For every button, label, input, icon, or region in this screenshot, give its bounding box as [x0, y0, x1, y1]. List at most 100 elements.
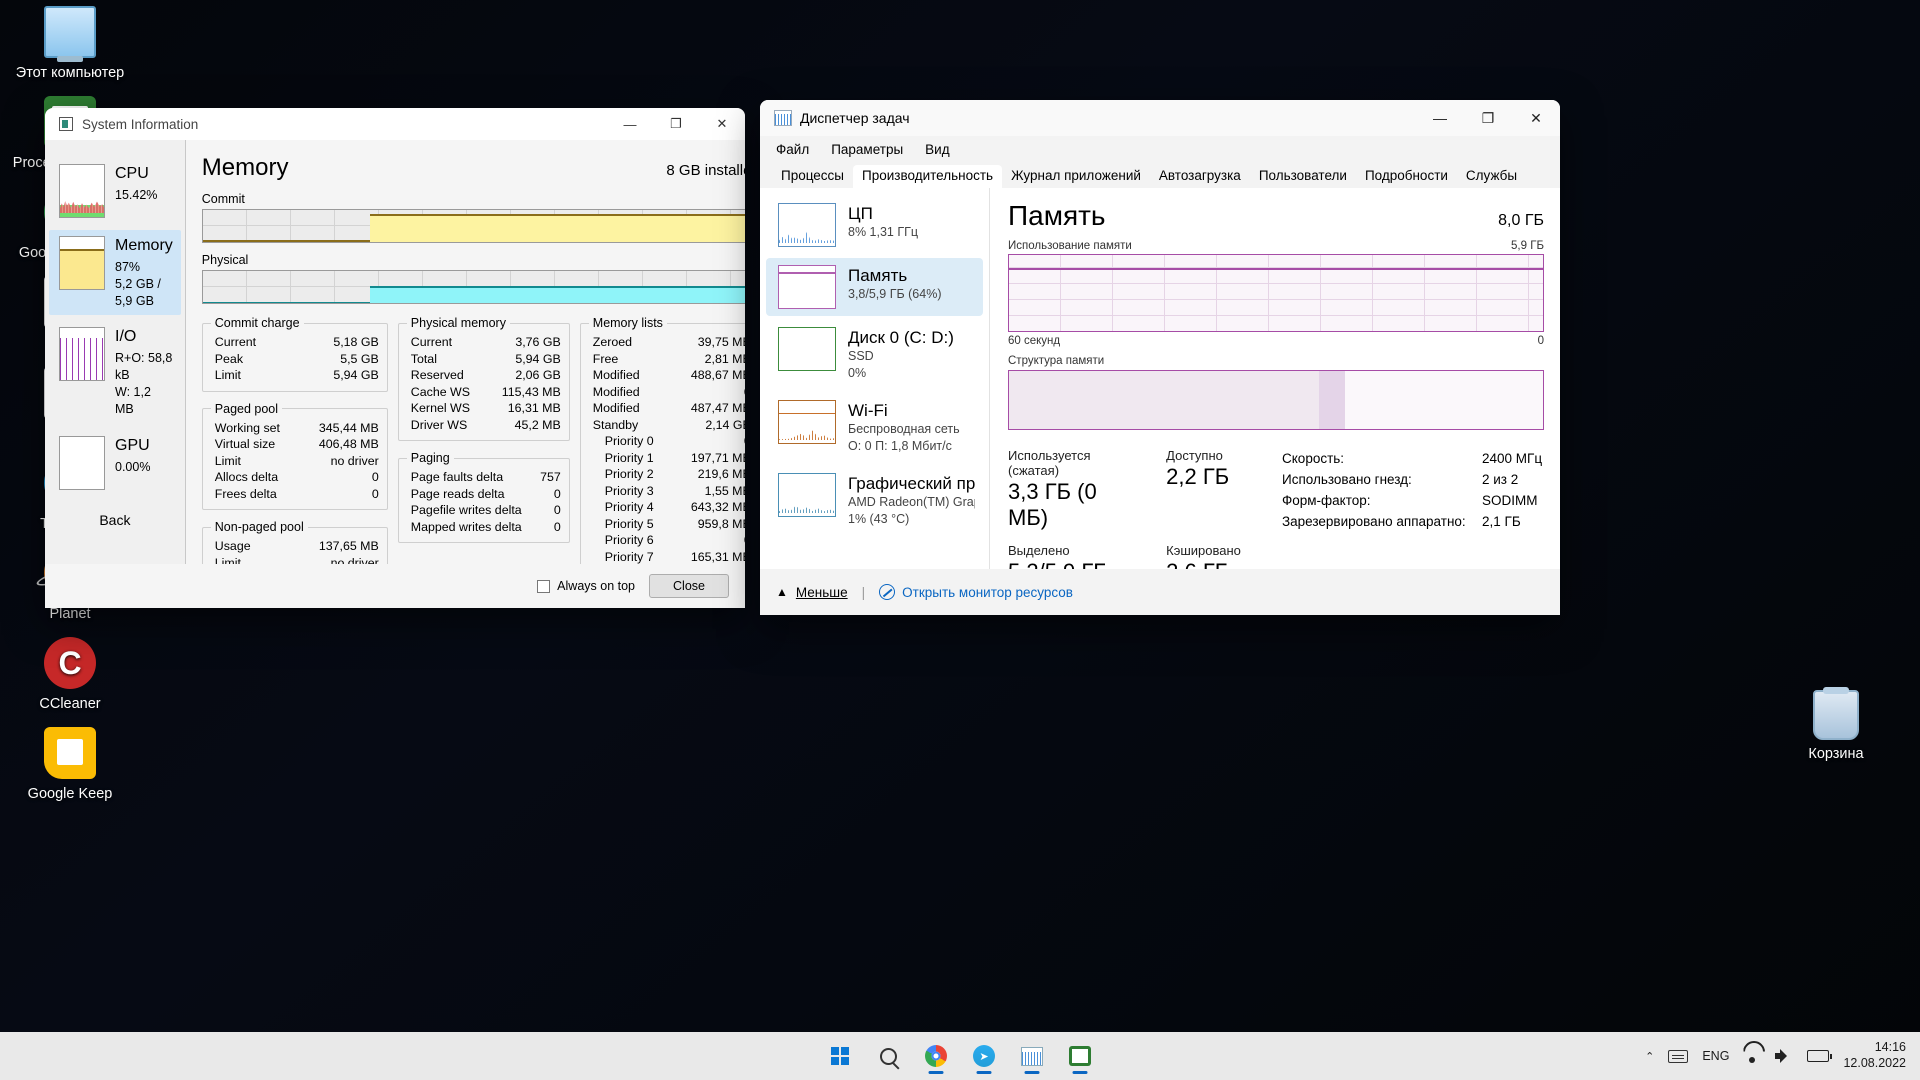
resource-name: Графический процессор 0 [848, 474, 975, 493]
desktop-icon-this-pc[interactable]: Этот компьютер [10, 6, 130, 82]
spec-key: Зарезервировано аппаратно: [1282, 514, 1466, 529]
stat-label: Выделено [1008, 543, 1070, 558]
commit-graph[interactable] [201, 209, 745, 243]
sysinfo-window-controls: — ❐ ✕ [607, 108, 745, 140]
stat-row: Page faults delta 757 [407, 469, 561, 486]
desktop-icon-ccleaner[interactable]: CCleaner [10, 636, 130, 713]
resource-item-disk[interactable]: Диск 0 (C: D:) SSD 0% [766, 320, 983, 389]
stat-row: Modified 487,47 MB [589, 400, 745, 417]
fewer-details-button[interactable]: ▲ Меньше [776, 585, 848, 600]
taskmanager-taskbar-button[interactable] [1012, 1036, 1052, 1076]
stat-key: Driver WS [410, 417, 468, 432]
chrome-taskbar-button[interactable] [916, 1036, 956, 1076]
search-button[interactable] [868, 1036, 908, 1076]
group-legend: Physical memory [410, 316, 506, 330]
system-information-window[interactable]: System Information — ❐ ✕ CPU 15.42% Memo… [45, 108, 745, 608]
sysinfo-item-value: 87% [115, 259, 141, 274]
task-manager-window[interactable]: Диспетчер задач — ❐ ✕ Файл Параметры Вид… [760, 100, 1560, 615]
sysinfo-back-button[interactable]: Back [45, 512, 185, 528]
language-indicator[interactable]: ENG [1702, 1049, 1729, 1063]
stat-value: 3,3 ГБ (0 МБ) [1008, 479, 1097, 530]
desktop-icon-label: Google Keep [27, 786, 113, 802]
close-button[interactable]: ✕ [1512, 100, 1560, 136]
stat-value: 0 [553, 519, 561, 534]
tab-processes[interactable]: Процессы [772, 165, 853, 188]
stat-label: Доступно [1166, 448, 1223, 463]
ccleaner-icon [44, 636, 96, 689]
resource-item-cpu[interactable]: ЦП 8% 1,31 ГГц [766, 196, 983, 254]
detail-header: Память 8,0 ГБ [1008, 200, 1544, 232]
spec-value: 2 из 2 [1482, 472, 1519, 487]
io-graph-thumbnail [59, 327, 105, 382]
google-keep-icon [44, 727, 96, 779]
maximize-button[interactable]: ❐ [653, 108, 699, 140]
desktop-icon-google-keep[interactable]: Google Keep [10, 727, 130, 803]
paged-pool-group: Paged pool Working set 345,44 MB Virtual … [201, 401, 388, 510]
sysinfo-sidebar-item-memory[interactable]: Memory 87% 5,2 GB / 5,9 GB [49, 230, 181, 316]
stat-value: 0 [744, 433, 745, 450]
sysinfo-item-value: 15.42% [115, 187, 158, 202]
memory-usage-chart[interactable] [1008, 254, 1544, 332]
start-button[interactable] [820, 1036, 860, 1076]
wifi-sparkline [778, 400, 836, 444]
tab-users[interactable]: Пользователи [1250, 165, 1356, 188]
spec-key: Использовано гнезд: [1282, 472, 1412, 487]
tab-startup[interactable]: Автозагрузка [1150, 165, 1250, 188]
tab-details[interactable]: Подробности [1356, 165, 1457, 188]
taskmgr-window-controls: — ❐ ✕ [1416, 100, 1560, 136]
sysinfo-sidebar-item-gpu[interactable]: GPU 0.00% [49, 430, 181, 496]
stat-row: Free 2,81 MB [589, 351, 745, 368]
tab-performance[interactable]: Производительность [853, 165, 1003, 188]
battery-icon[interactable] [1807, 1050, 1833, 1062]
stat-row: Priority 3 1,55 MB [589, 483, 745, 500]
maximize-button[interactable]: ❐ [1464, 100, 1512, 136]
composition-free-segment [1345, 371, 1543, 429]
resource-item-memory[interactable]: Память 3,8/5,9 ГБ (64%) [766, 258, 983, 316]
resource-item-wifi[interactable]: Wi-Fi Беспроводная сеть О: 0 П: 1,8 Мбит… [766, 393, 983, 462]
desktop-icon-recycle-bin[interactable]: Корзина [1776, 687, 1896, 762]
menu-item-file[interactable]: Файл [776, 142, 809, 157]
close-dialog-button[interactable]: Close [649, 574, 729, 598]
sysinfo-sidebar: CPU 15.42% Memory 87% 5,2 GB / 5,9 GB I/… [45, 140, 186, 608]
sysinfo-item-value2: 5,2 GB / 5,9 GB [115, 276, 161, 308]
tab-app-history[interactable]: Журнал приложений [1002, 165, 1150, 188]
minimize-button[interactable]: — [1416, 100, 1464, 136]
chart1-axis-top: Использование памяти 5,9 ГБ [1008, 240, 1544, 252]
stat-key: Priority 0 [604, 434, 654, 448]
stat-row: Page reads delta 0 [407, 486, 561, 503]
open-resource-monitor-link[interactable]: Открыть монитор ресурсов [879, 584, 1073, 600]
minimize-button[interactable]: — [607, 108, 653, 140]
stat-key: Allocs delta [214, 470, 279, 484]
sysinfo-titlebar[interactable]: System Information — ❐ ✕ [45, 108, 745, 140]
telegram-taskbar-button[interactable] [964, 1036, 1004, 1076]
stat-value: 2,14 GB [705, 417, 745, 432]
stat-row: Total 5,94 GB [407, 351, 561, 368]
stat-key: Current [410, 335, 453, 349]
resource-item-gpu[interactable]: Графический процессор 0 AMD Radeon(TM) G… [766, 466, 983, 535]
desktop[interactable]: Этот компьютер Process Hacker 2 Google C… [0, 0, 1920, 1080]
volume-icon[interactable] [1775, 1049, 1793, 1063]
always-on-top-checkbox[interactable]: Always on top [537, 579, 635, 593]
sysinfo-sidebar-item-cpu[interactable]: CPU 15.42% [49, 158, 181, 224]
taskmgr-titlebar[interactable]: Диспетчер задач — ❐ ✕ [760, 100, 1560, 136]
stat-value: 137,65 MB [318, 539, 379, 553]
sysinfo-sidebar-item-io[interactable]: I/O R+O: 58,8 kB W: 1,2 MB [49, 321, 181, 423]
process-hacker-taskbar-button[interactable] [1060, 1036, 1100, 1076]
disk-sparkline [778, 327, 836, 371]
menu-item-options[interactable]: Параметры [831, 142, 903, 157]
composition-used-segment [1009, 371, 1319, 429]
tab-services[interactable]: Службы [1457, 165, 1526, 188]
wifi-icon[interactable] [1743, 1050, 1761, 1063]
keyboard-icon[interactable] [1668, 1049, 1689, 1063]
resource-name: Память [848, 266, 908, 285]
clock-date: 12.08.2022 [1843, 1056, 1906, 1070]
clock[interactable]: 14:16 12.08.2022 [1843, 1040, 1906, 1071]
memory-composition-chart[interactable] [1008, 370, 1544, 430]
stat-key: Modified [592, 384, 640, 399]
physical-graph[interactable] [201, 270, 745, 304]
tray-overflow-icon[interactable]: ⌃ [1645, 1050, 1654, 1063]
close-button[interactable]: ✕ [699, 108, 745, 140]
taskmanager-icon [1021, 1046, 1043, 1066]
sysinfo-item-name: I/O [115, 328, 137, 346]
menu-item-view[interactable]: Вид [925, 142, 949, 157]
